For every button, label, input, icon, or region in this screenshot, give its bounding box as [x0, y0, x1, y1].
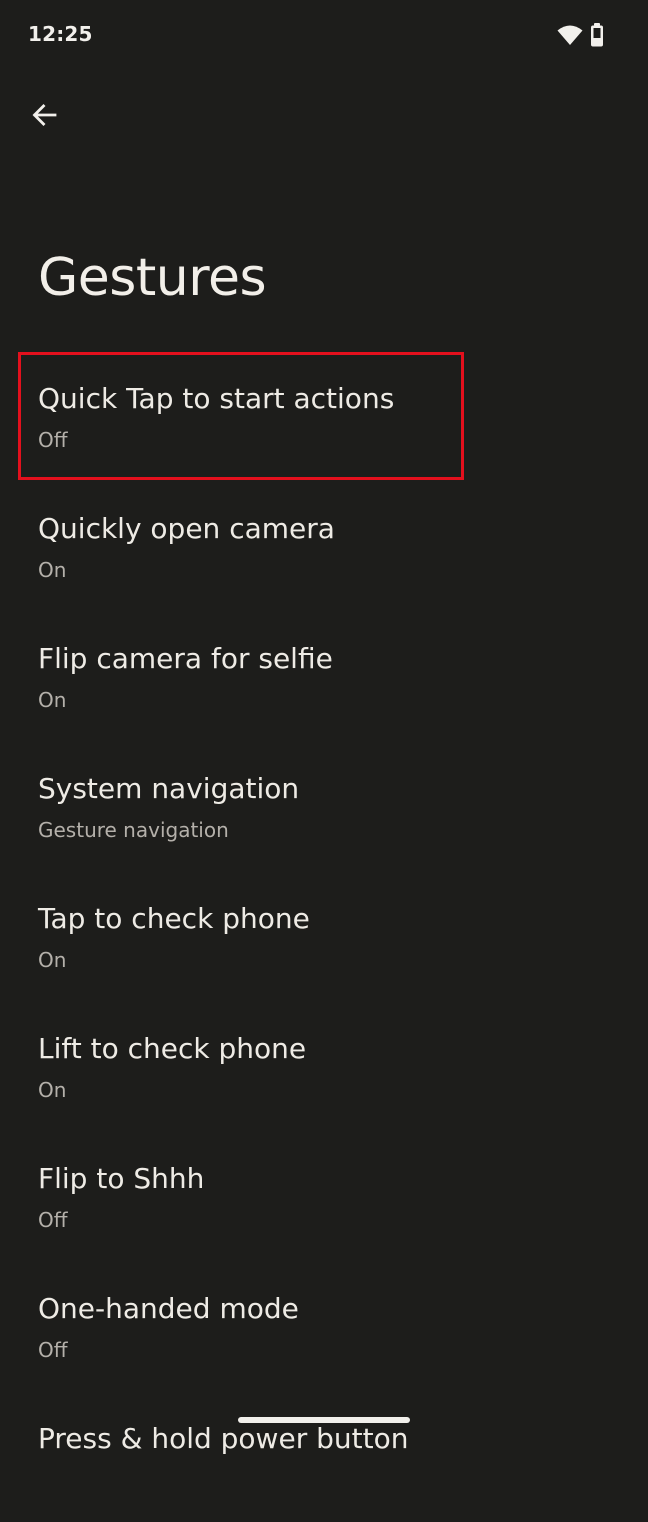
setting-title: Tap to check phone: [38, 902, 310, 935]
back-button[interactable]: [20, 91, 68, 139]
setting-title: Flip camera for selfie: [38, 642, 333, 675]
setting-flip-camera-selfie[interactable]: Flip camera for selfie On: [0, 612, 648, 742]
setting-title: Lift to check phone: [38, 1032, 307, 1065]
settings-list: Quick Tap to start actions Off Quickly o…: [0, 352, 648, 1522]
setting-one-handed-mode[interactable]: One-handed mode Off: [0, 1262, 648, 1392]
setting-summary: On: [38, 558, 67, 582]
setting-summary: On: [38, 1078, 67, 1102]
setting-flip-to-shhh[interactable]: Flip to Shhh Off: [0, 1132, 648, 1262]
setting-title: Quickly open camera: [38, 512, 335, 545]
setting-title: System navigation: [38, 772, 300, 805]
setting-summary: Off: [38, 1338, 68, 1362]
wifi-icon: [557, 25, 583, 45]
highlight-box: [18, 352, 464, 480]
setting-title: Press & hold power button: [38, 1422, 409, 1455]
setting-tap-to-check-phone[interactable]: Tap to check phone On: [0, 872, 648, 1002]
status-bar: 12:25: [0, 0, 648, 72]
battery-icon: [591, 23, 603, 47]
setting-system-navigation[interactable]: System navigation Gesture navigation: [0, 742, 648, 872]
setting-summary: Gesture navigation: [38, 818, 229, 842]
arrow-back-icon: [32, 104, 57, 126]
setting-title: One-handed mode: [38, 1292, 299, 1325]
setting-title: Flip to Shhh: [38, 1162, 205, 1195]
setting-quickly-open-camera[interactable]: Quickly open camera On: [0, 482, 648, 612]
setting-lift-to-check-phone[interactable]: Lift to check phone On: [0, 1002, 648, 1132]
page-title: Gestures: [38, 248, 267, 308]
gesture-nav-handle[interactable]: [238, 1417, 410, 1423]
setting-summary: Off: [38, 1208, 68, 1232]
setting-summary: On: [38, 948, 67, 972]
setting-summary: On: [38, 688, 67, 712]
status-time: 12:25: [28, 22, 93, 46]
setting-press-hold-power[interactable]: Press & hold power button: [0, 1392, 648, 1522]
